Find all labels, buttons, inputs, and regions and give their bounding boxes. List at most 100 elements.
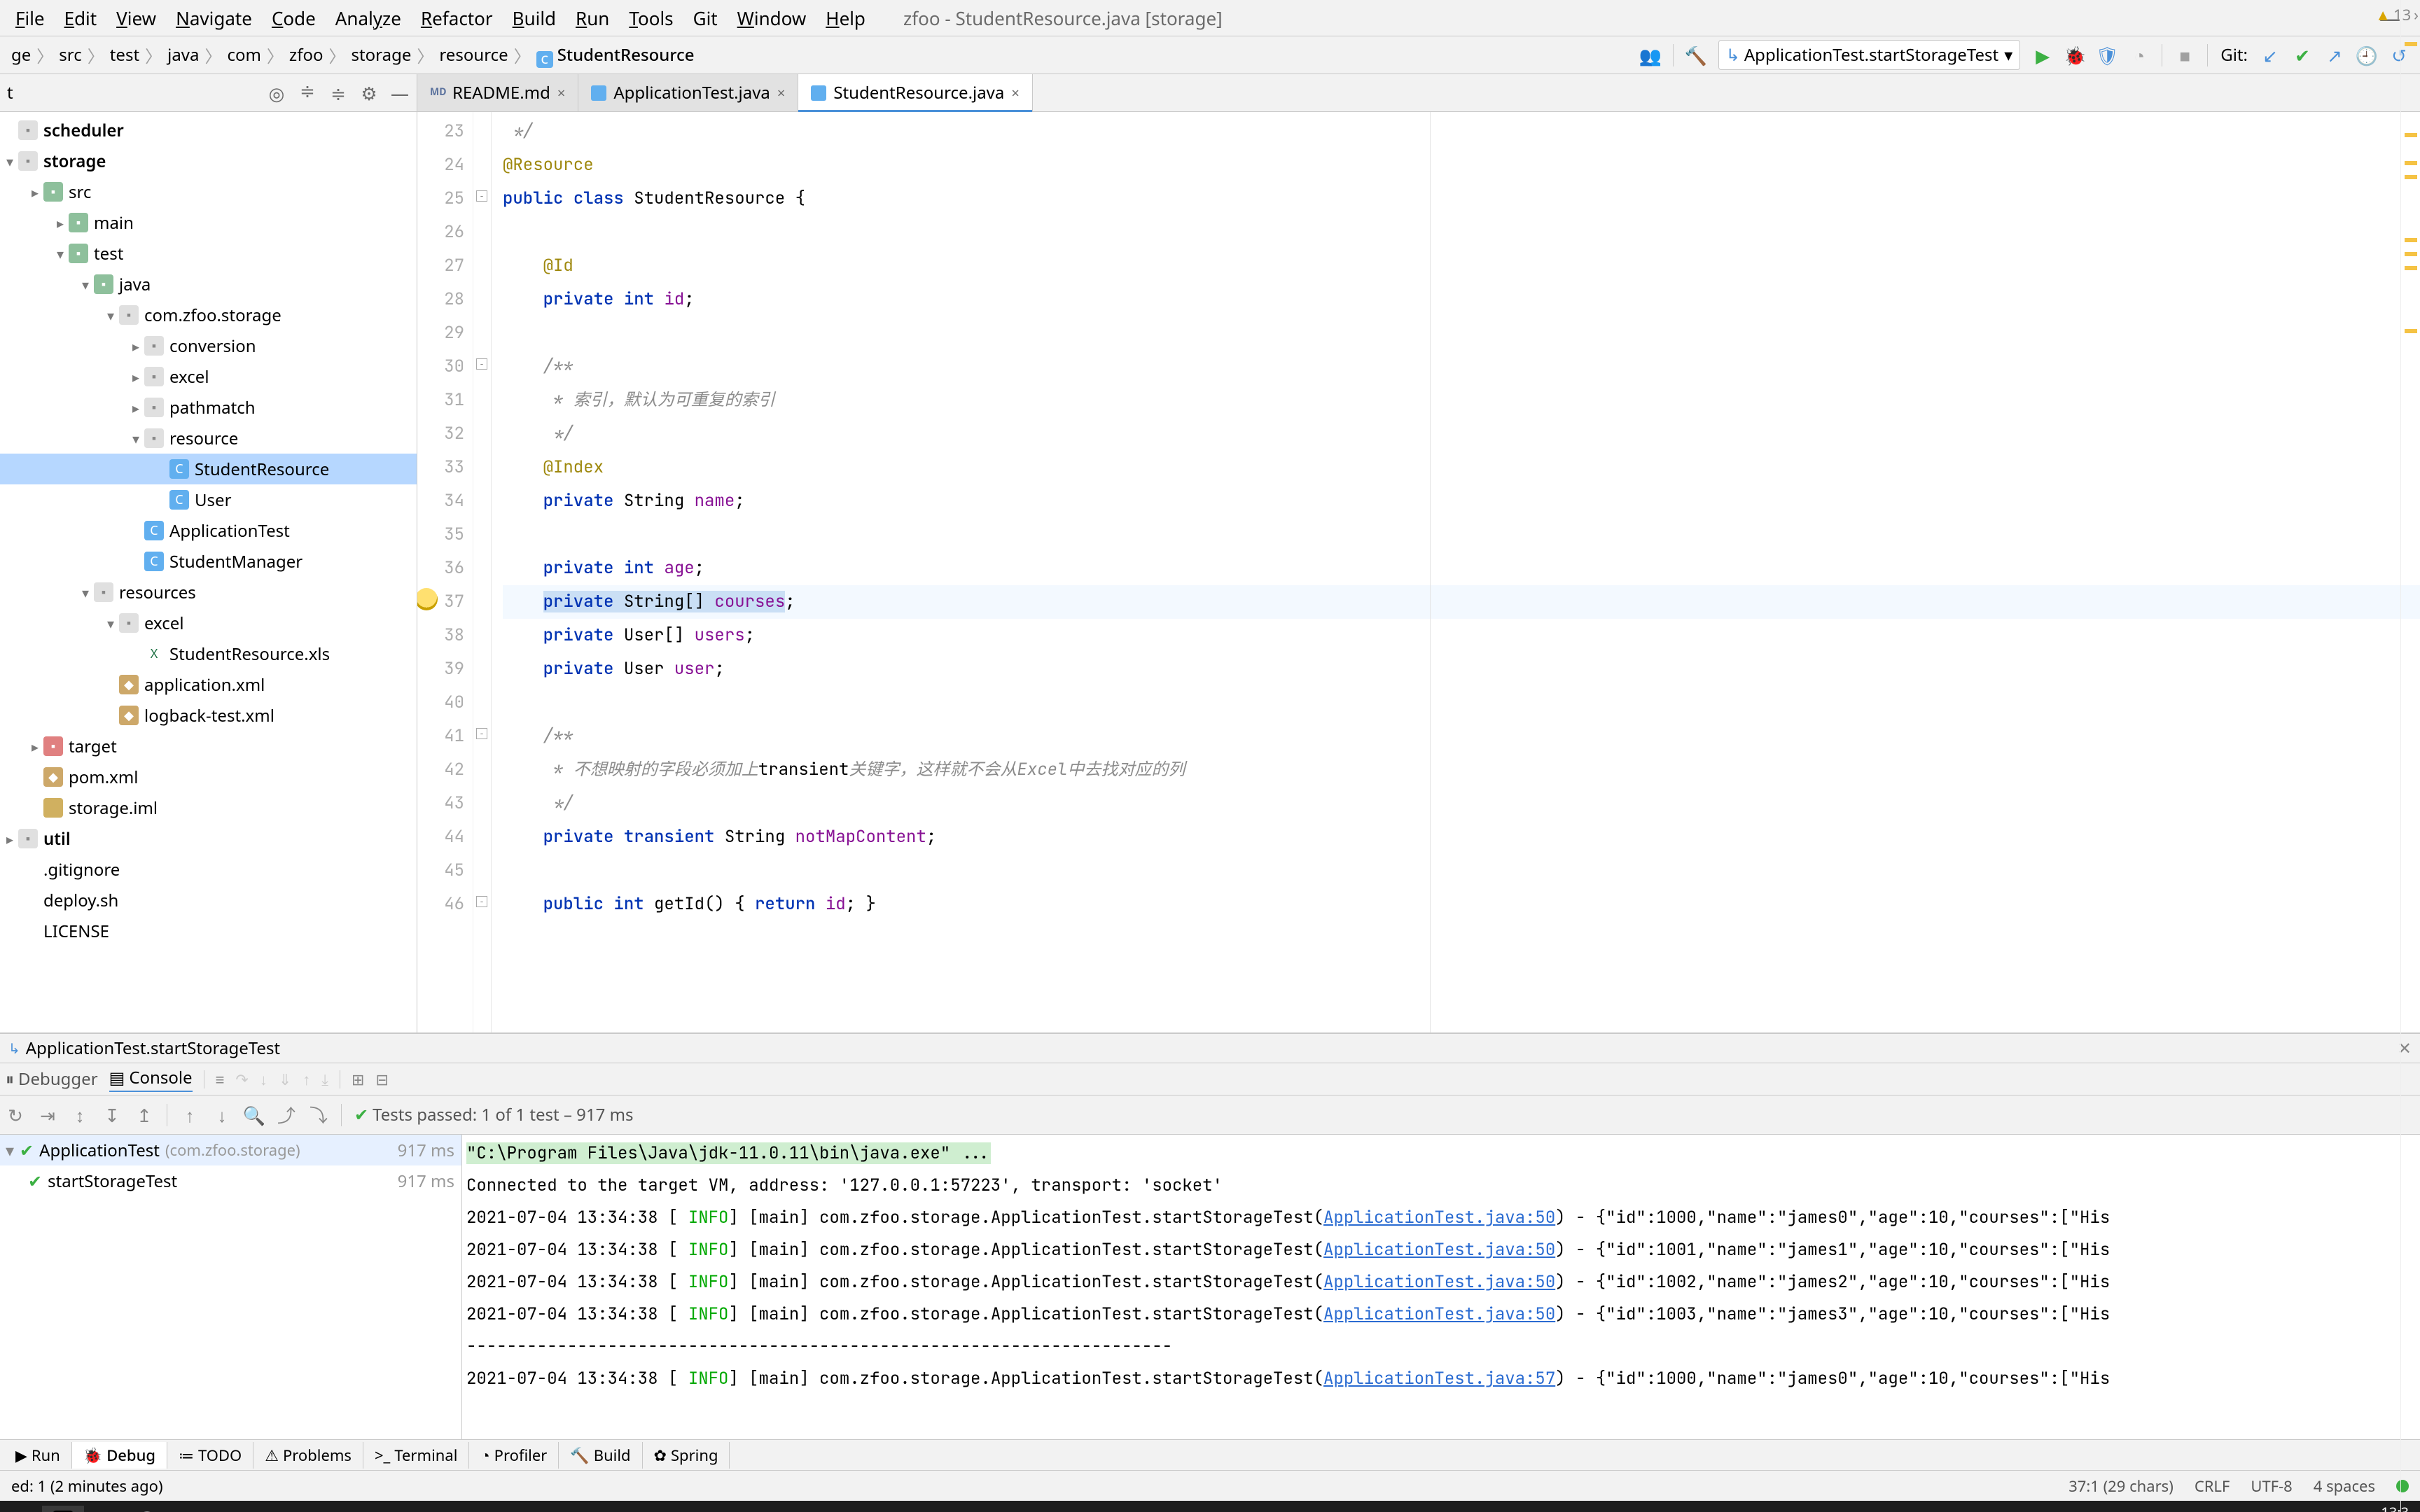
code-line[interactable]: private User user; [503,652,2420,686]
menu-item-refactor[interactable]: Refactor [411,3,503,34]
code-line[interactable]: @Resource [503,148,2420,182]
test-method-row[interactable]: ✔ startStorageTest 917 ms [0,1166,461,1196]
vcs-history-icon[interactable]: 🕘 [2357,46,2377,65]
stripe-mark[interactable] [2405,252,2417,256]
debugger-tab[interactable]: ⏸Debugger [6,1068,98,1091]
mute-breakpoints-icon[interactable]: ⊟ [375,1069,388,1090]
code-line[interactable] [503,686,2420,720]
chrome-app[interactable] [84,1506,126,1512]
stripe-mark[interactable] [2405,133,2417,137]
stripe-mark[interactable] [2405,266,2417,270]
breadcrumb-item[interactable]: storage [347,41,416,69]
menu-item-file[interactable]: File [6,3,55,34]
breadcrumb-item[interactable]: resource [435,41,512,69]
tree-row[interactable]: deploy.sh [0,885,417,916]
stripe-mark[interactable] [2405,175,2417,179]
source-link[interactable]: ApplicationTest.java:50 [1323,1239,1555,1261]
step-out-icon[interactable]: ↑ [302,1069,310,1090]
tree-row[interactable]: ▾▪resource [0,423,417,454]
code-line[interactable]: private int id; [503,283,2420,316]
intellij-app[interactable] [42,1506,84,1512]
export-icon[interactable]: ⤴ [277,1105,296,1125]
coverage-icon[interactable]: 🛡 [2097,46,2117,65]
code-line[interactable]: public class StudentResource { [503,182,2420,216]
fold-toggle-icon[interactable]: - [476,896,487,907]
terminal-app[interactable] [126,1506,168,1512]
menu-item-navigate[interactable]: Navigate [166,3,262,34]
tree-row[interactable]: ▾▪resources [0,577,417,608]
toggle-breakpoints-icon[interactable]: ≡ [216,1069,225,1090]
tree-toggle-icon[interactable]: ▸ [129,337,143,356]
tree-row[interactable]: LICENSE [0,916,417,946]
run-configuration-selector[interactable]: ↳ ApplicationTest.startStorageTest ▾ [1718,40,2021,70]
breadcrumb-item[interactable]: src [55,41,85,69]
tree-toggle-icon[interactable]: ▾ [104,614,118,633]
caret-position[interactable]: 37:1 (29 chars) [2068,1476,2174,1497]
tree-row[interactable]: CStudentResource [0,454,417,484]
menu-item-code[interactable]: Code [262,3,326,34]
tree-row[interactable]: ◆logback-test.xml [0,700,417,731]
menu-item-build[interactable]: Build [503,3,566,34]
close-icon[interactable]: × [557,83,565,102]
menu-item-git[interactable]: Git [683,3,728,34]
bottom-tab-profiler[interactable]: ◔Profiler [469,1442,559,1469]
source-link[interactable]: ApplicationTest.java:50 [1323,1271,1555,1293]
tree-row[interactable]: ▪scheduler [0,115,417,146]
breadcrumb-item[interactable]: java [163,41,203,69]
find-icon[interactable]: 🔍 [244,1105,264,1125]
tree-toggle-icon[interactable]: ▾ [78,583,92,602]
source-link[interactable]: ApplicationTest.java:50 [1323,1207,1555,1228]
tree-row[interactable]: storage.iml [0,792,417,823]
code-line[interactable]: @Index [503,451,2420,484]
profile-icon[interactable]: ◔ [2129,46,2149,65]
breadcrumb-item[interactable]: zfoo [285,41,328,69]
console-line[interactable]: 2021-07-04 13:34:38 [ INFO] [main] com.z… [466,1298,2416,1331]
close-icon[interactable]: × [1011,83,1019,102]
source-link[interactable]: ApplicationTest.java:50 [1323,1303,1555,1325]
project-tree[interactable]: ▪scheduler▾▪storage▸▪src▸▪main▾▪test▾▪ja… [0,112,417,1032]
tree-row[interactable]: ◆pom.xml [0,762,417,792]
code-line[interactable]: * 不想映射的字段必须加上transient关键字，这样就不会从Excel中去找… [503,753,2420,787]
close-icon[interactable]: × [777,83,785,102]
tree-row[interactable]: ▸▪excel [0,361,417,392]
menu-item-analyze[interactable]: Analyze [326,3,411,34]
tree-toggle-icon[interactable]: ▸ [28,737,42,756]
run-to-cursor-icon[interactable]: ⤓ [321,1069,328,1090]
explorer-app[interactable] [0,1506,42,1512]
tree-row[interactable]: ▾▪excel [0,608,417,638]
rerun-icon[interactable]: ↻ [6,1105,25,1125]
vcs-commit-icon[interactable]: ✔ [2293,46,2312,65]
breadcrumb-item[interactable]: CStudentResource [532,41,699,69]
tree-row[interactable]: ▸▪main [0,207,417,238]
code-line[interactable] [503,316,2420,350]
tree-row[interactable]: ◆application.xml [0,669,417,700]
breadcrumb-item[interactable]: com [223,41,265,69]
toggle-auto-test-icon[interactable]: ⇥ [38,1105,57,1125]
tree-row[interactable]: CUser [0,484,417,515]
tree-row[interactable]: ▸▪conversion [0,330,417,361]
breadcrumb-item[interactable]: ge [7,41,35,69]
code-line[interactable] [503,518,2420,552]
source-link[interactable]: ApplicationTest.java:57 [1323,1368,1555,1390]
expand-icon[interactable]: ↧ [102,1105,122,1125]
console-line[interactable]: ----------------------------------------… [466,1331,2416,1363]
stop-icon[interactable]: ■ [2175,46,2195,65]
step-into-icon[interactable]: ↓ [260,1069,267,1090]
tree-row[interactable]: ▸▪target [0,731,417,762]
console-line[interactable]: 2021-07-04 13:34:38 [ INFO] [main] com.z… [466,1202,2416,1234]
vcs-push-icon[interactable]: ↗ [2325,46,2344,65]
console-line[interactable]: 2021-07-04 13:34:38 [ INFO] [main] com.z… [466,1363,2416,1395]
tree-row[interactable]: XStudentResource.xls [0,638,417,669]
tree-toggle-icon[interactable]: ▸ [28,183,42,202]
step-over-icon[interactable]: ↷ [235,1069,248,1090]
build-hammer-icon[interactable]: 🔨 [1686,46,1706,65]
editor-tab[interactable]: ApplicationTest.java× [578,74,798,111]
prev-icon[interactable]: ↑ [180,1105,200,1125]
bottom-tab-spring[interactable]: ✿Spring [643,1442,730,1469]
view-breakpoints-icon[interactable]: ⊞ [352,1069,364,1090]
code-line[interactable] [503,216,2420,249]
tree-row[interactable]: ▾▪storage [0,146,417,176]
menu-item-run[interactable]: Run [566,3,619,34]
tree-row[interactable]: CStudentManager [0,546,417,577]
select-opened-file-icon[interactable]: ◎ [267,83,286,103]
